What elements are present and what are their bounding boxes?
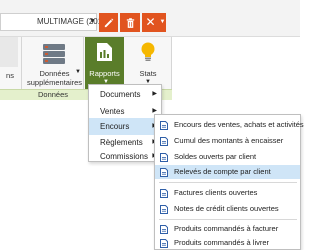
submenu-item[interactable]: Produits commandés à facturer bbox=[155, 222, 300, 236]
document-icon bbox=[160, 137, 168, 146]
delete-button[interactable] bbox=[120, 13, 140, 32]
additional-data-label-line2: supplémentaires bbox=[27, 78, 83, 87]
database-select[interactable]: MULTIMAGE (2017) ▼ bbox=[0, 13, 109, 31]
menu-item-commissions[interactable]: Commissions ▶ bbox=[89, 148, 161, 165]
close-options-button[interactable]: ▼ bbox=[159, 13, 166, 32]
menu-item-label: Ventes bbox=[100, 107, 125, 116]
document-icon bbox=[160, 205, 168, 214]
database-server-icon bbox=[43, 44, 65, 64]
stats-button[interactable]: Stats ▼ bbox=[125, 37, 171, 89]
ribbon-group-reports: Rapports ▼ Stats ▼ bbox=[84, 37, 172, 89]
menu-item-label: Règlements bbox=[100, 138, 143, 147]
submenu-item-label: Produits commandés à facturer bbox=[174, 224, 279, 233]
document-icon bbox=[160, 153, 168, 162]
ribbon-group-left-label bbox=[0, 89, 22, 100]
stats-label: Stats bbox=[139, 69, 157, 78]
close-icon: ✕ bbox=[145, 15, 156, 29]
chevron-right-icon: ▶ bbox=[152, 91, 157, 97]
submenu-item[interactable]: Cumul des montants à encaisser bbox=[155, 134, 300, 148]
menu-item-documents[interactable]: Documents ▶ bbox=[89, 86, 161, 103]
menu-separator bbox=[159, 219, 297, 220]
reports-button[interactable]: Rapports ▼ bbox=[85, 37, 124, 89]
submenu-item-active[interactable]: Relevés de compte par client bbox=[155, 165, 300, 179]
report-document-icon bbox=[97, 43, 112, 61]
submenu-item-label: Encours des ventes, achats et activités bbox=[174, 120, 304, 129]
menu-item-label: Commissions bbox=[100, 152, 149, 161]
chevron-down-icon: ▼ bbox=[75, 69, 81, 75]
submenu-item[interactable]: Produits commandés à livrer bbox=[155, 236, 300, 250]
chevron-down-icon: ▼ bbox=[89, 18, 96, 25]
submenu-item-label: Soldes ouverts par client bbox=[174, 152, 257, 161]
edit-button[interactable] bbox=[99, 13, 118, 32]
reports-menu: Documents ▶ Ventes ▶ Encours ▶ Règlement… bbox=[88, 84, 162, 162]
menu-item-label: Documents bbox=[100, 90, 141, 99]
ribbon-group-donnees-label: Données bbox=[22, 89, 84, 100]
ribbon-item-partial[interactable] bbox=[0, 37, 18, 67]
menu-separator bbox=[159, 182, 297, 183]
submenu-item[interactable]: Soldes ouverts par client bbox=[155, 150, 300, 164]
additional-data-label-line1: Données bbox=[39, 69, 70, 78]
submenu-item-label: Factures clients ouvertes bbox=[174, 188, 258, 197]
document-icon bbox=[160, 225, 168, 234]
pencil-icon bbox=[104, 18, 114, 28]
ribbon-group-left: ns bbox=[0, 37, 22, 89]
document-icon bbox=[160, 239, 168, 248]
trash-icon bbox=[126, 18, 134, 28]
ribbon-group-donnees: Données supplémentaires ▼ bbox=[22, 37, 84, 89]
ribbon-item-partial-label: ns bbox=[6, 71, 14, 80]
submenu-item-label: Cumul des montants à encaisser bbox=[174, 136, 284, 145]
chevron-down-icon: ▼ bbox=[159, 19, 166, 25]
document-icon bbox=[160, 168, 168, 177]
submenu-item[interactable]: Encours des ventes, achats et activités bbox=[155, 118, 304, 132]
reports-label: Rapports bbox=[89, 69, 120, 78]
submenu-item[interactable]: Factures clients ouvertes bbox=[155, 186, 300, 200]
submenu-item-label: Relevés de compte par client bbox=[174, 167, 271, 176]
additional-data-button[interactable]: Données supplémentaires ▼ bbox=[27, 37, 82, 89]
menu-item-encours[interactable]: Encours ▶ bbox=[89, 118, 161, 135]
document-icon bbox=[160, 121, 168, 130]
submenu-item-label: Notes de crédit clients ouvertes bbox=[174, 204, 279, 213]
document-icon bbox=[160, 189, 168, 198]
lightbulb-icon bbox=[141, 42, 155, 61]
encours-submenu: Encours des ventes, achats et activités … bbox=[154, 114, 304, 250]
menu-item-label: Encours bbox=[100, 122, 130, 131]
close-button[interactable]: ✕ bbox=[142, 13, 159, 32]
submenu-item[interactable]: Notes de crédit clients ouvertes bbox=[155, 202, 300, 216]
submenu-item-label: Produits commandés à livrer bbox=[174, 238, 270, 247]
